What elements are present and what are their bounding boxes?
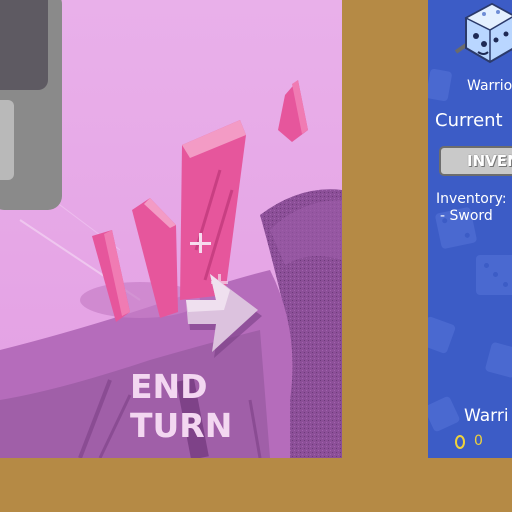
panel-dice-decoration — [428, 68, 453, 102]
end-turn-button[interactable]: END TURN — [130, 367, 310, 445]
game-scene[interactable]: END TURN — [0, 0, 342, 458]
panel-dice-decoration — [476, 255, 512, 295]
hero-name: Warrio — [467, 78, 512, 94]
coin-icon — [455, 435, 465, 449]
hero-panel: Warrio Current INVEN Inventory: - Sword … — [428, 0, 512, 458]
stone-block — [0, 0, 62, 210]
inventory-title: Inventory: — [436, 191, 507, 207]
inventory-button[interactable]: INVEN — [439, 146, 512, 176]
current-turn-label: Current — [435, 110, 503, 131]
gold-value: 0 — [474, 433, 483, 449]
panel-dice-decoration — [428, 315, 457, 355]
dice-hero-icon[interactable] — [454, 0, 512, 68]
inventory-item: - Sword — [440, 208, 493, 224]
game-screen: END TURN Warrio Current INVE Inventory: … — [0, 0, 512, 512]
footer-hero-name: Warri — [464, 406, 509, 426]
panel-dice-decoration — [428, 395, 461, 433]
panel-dice-decoration — [484, 341, 512, 379]
